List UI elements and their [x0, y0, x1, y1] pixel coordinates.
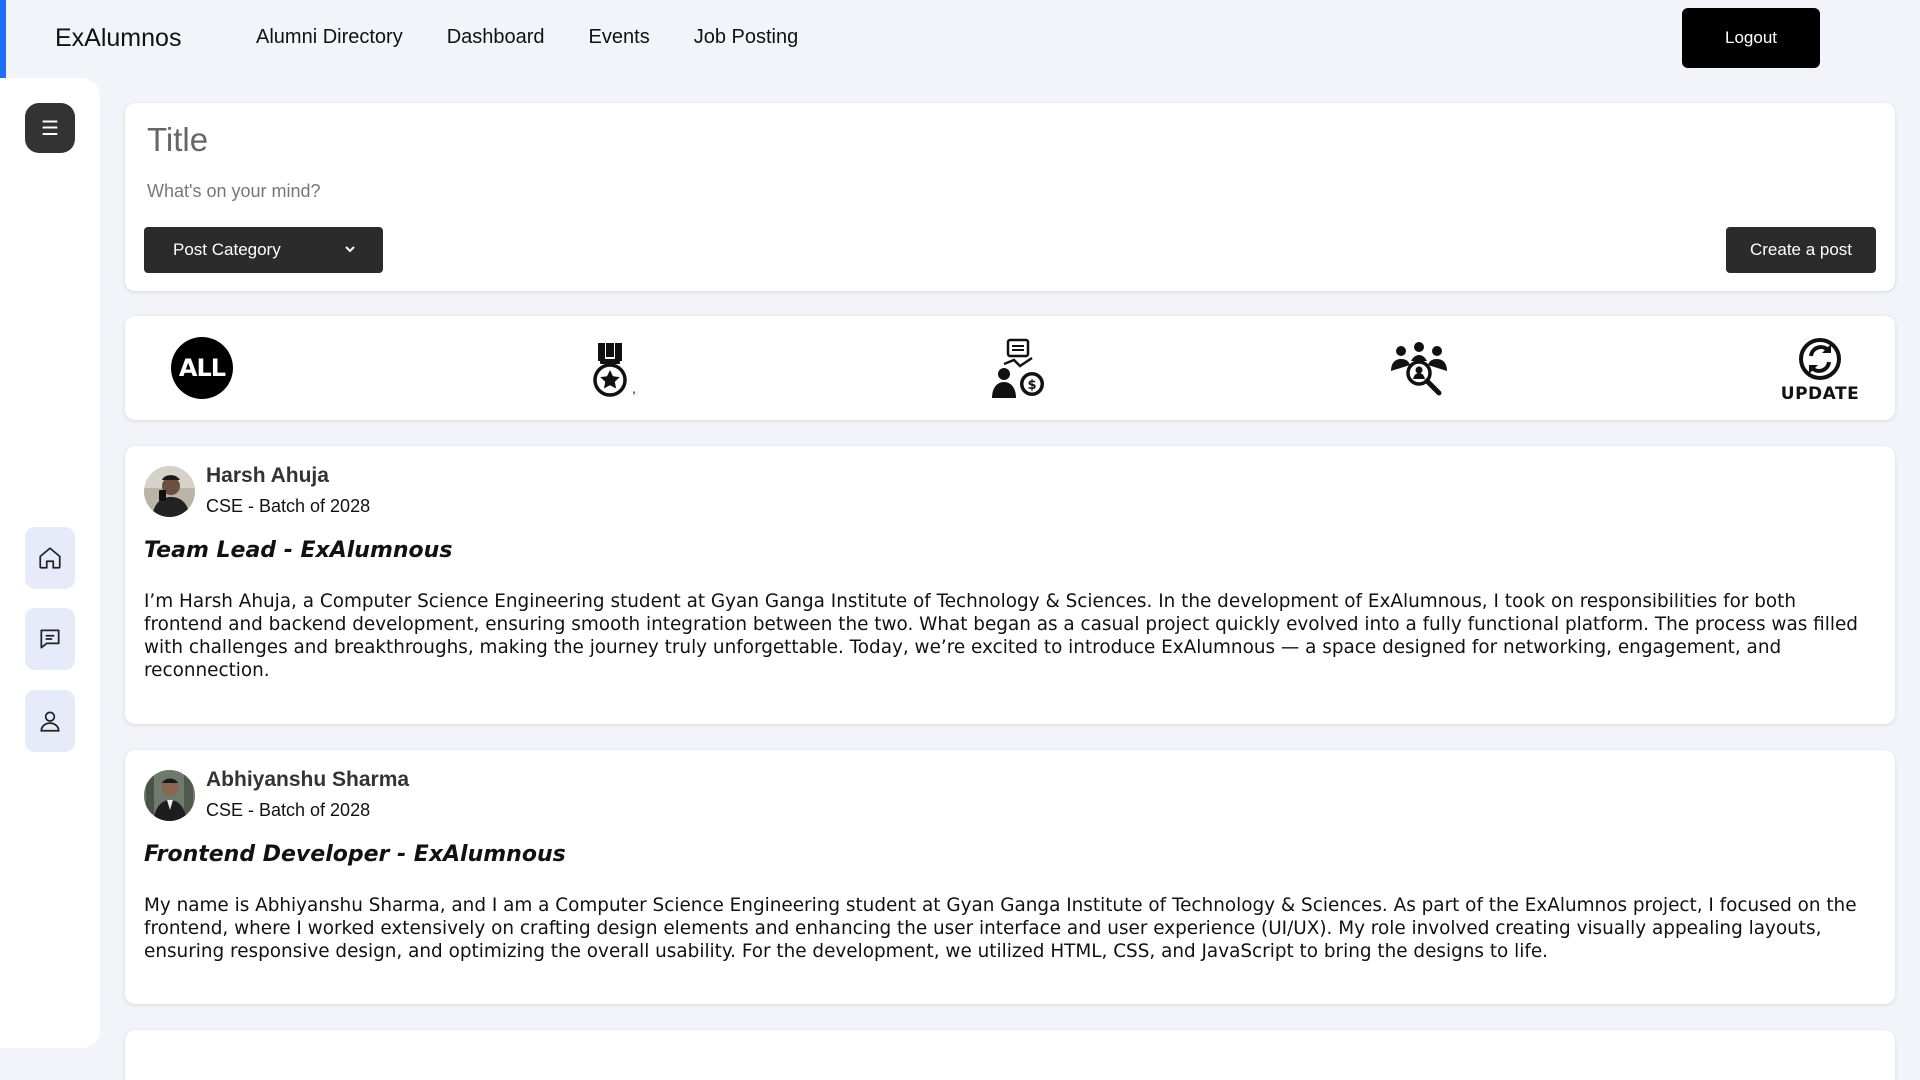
accent-edge	[0, 0, 6, 78]
post-author-batch: CSE - Batch of 2028	[206, 800, 371, 820]
home-icon	[39, 547, 61, 569]
nav-alumni-directory[interactable]: Alumni Directory	[256, 26, 403, 49]
post-author-batch: CSE - Batch of 2028	[206, 496, 371, 516]
post-title-input[interactable]	[147, 121, 1647, 159]
post-title: Team Lead - ExAlumnous	[144, 538, 453, 563]
nav-dashboard[interactable]: Dashboard	[447, 26, 545, 49]
all-label: ALL	[178, 354, 226, 382]
post-category-label: Post Category	[173, 240, 281, 259]
svg-text:$: $	[1027, 378, 1036, 393]
post-category-select[interactable]: Post Category	[144, 227, 383, 273]
filter-all[interactable]: ALL	[169, 335, 235, 401]
achievement-mark: ,	[632, 380, 636, 396]
hamburger-icon: ☰	[41, 117, 59, 140]
user-icon	[40, 711, 60, 732]
filter-funding[interactable]: $	[980, 334, 1052, 404]
main-nav: Alumni Directory Dashboard Events Job Po…	[256, 26, 798, 49]
nav-job-posting[interactable]: Job Posting	[694, 26, 799, 49]
sidebar-profile-button[interactable]	[25, 690, 75, 752]
sidebar-messages-button[interactable]	[25, 608, 75, 670]
avatar[interactable]	[144, 466, 195, 517]
chevron-down-icon	[345, 246, 355, 253]
post-author[interactable]: Harsh Ahuja	[206, 464, 329, 488]
team-search-icon	[1391, 342, 1447, 396]
post-title: Frontend Developer - ExAlumnous	[144, 842, 566, 867]
nav-events[interactable]: Events	[589, 26, 650, 49]
sidebar-home-button[interactable]	[25, 527, 75, 589]
all-icon: ALL	[171, 337, 233, 399]
chat-icon	[40, 629, 60, 649]
post-author[interactable]: Abhiyanshu Sharma	[206, 768, 409, 792]
update-icon	[1799, 338, 1841, 380]
logout-button[interactable]: Logout	[1682, 8, 1820, 68]
post-body-input[interactable]	[147, 181, 1647, 202]
post-card: Harsh Ahuja CSE - Batch of 2028 Team Lea…	[125, 446, 1895, 724]
post-body: My name is Abhiyanshu Sharma, and I am a…	[144, 895, 1857, 962]
top-navbar: ExAlumnos Alumni Directory Dashboard Eve…	[0, 0, 1920, 78]
update-label: UPDATE	[1780, 384, 1860, 404]
menu-toggle-button[interactable]: ☰	[25, 103, 75, 153]
post-card-partial	[125, 1030, 1895, 1080]
post-card: Abhiyanshu Sharma CSE - Batch of 2028 Fr…	[125, 750, 1895, 1004]
category-filter-bar: ALL , $ UPDATE	[125, 316, 1895, 420]
sidebar: ☰	[0, 78, 100, 1048]
funding-icon: $	[992, 338, 1044, 398]
medal-icon	[593, 343, 627, 397]
filter-achievements[interactable]: ,	[580, 336, 640, 404]
create-post-card: Post Category Create a post	[125, 103, 1895, 291]
avatar-photo	[144, 466, 195, 517]
avatar-photo	[144, 770, 195, 821]
brand-logo[interactable]: ExAlumnos	[55, 24, 181, 53]
filter-networking[interactable]	[1387, 334, 1451, 404]
post-body: I’m Harsh Ahuja, a Computer Science Engi…	[144, 591, 1858, 681]
create-post-button[interactable]: Create a post	[1726, 227, 1876, 273]
avatar[interactable]	[144, 770, 195, 821]
filter-updates[interactable]: UPDATE	[1780, 332, 1860, 408]
